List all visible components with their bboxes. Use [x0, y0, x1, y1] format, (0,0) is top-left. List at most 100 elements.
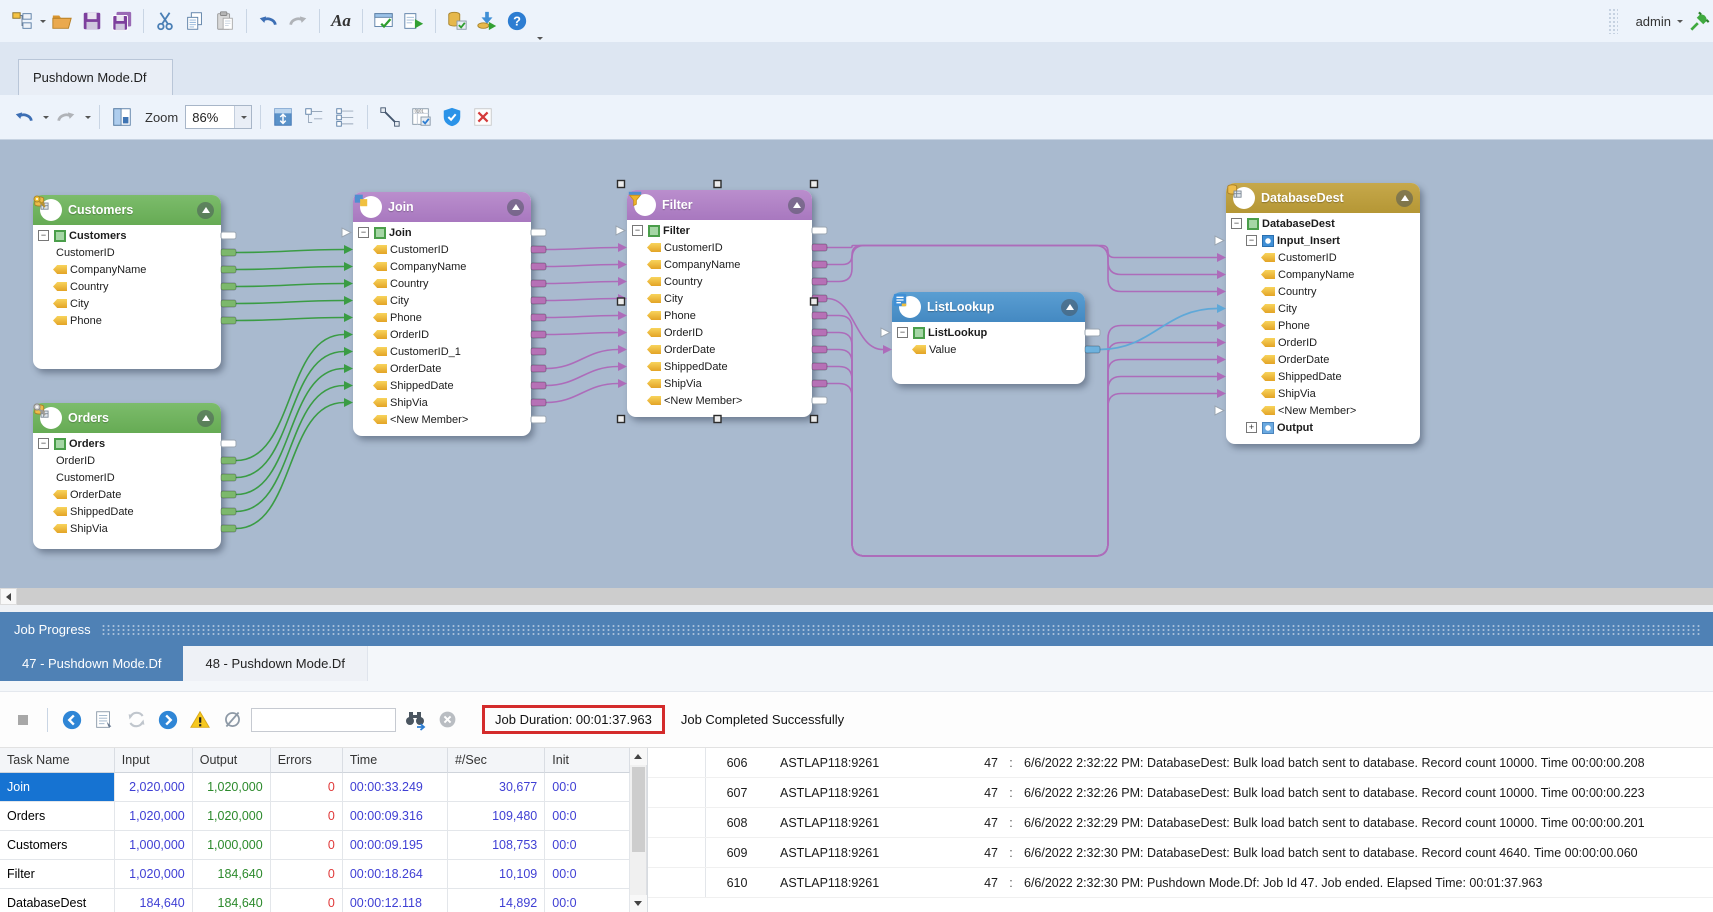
node-row[interactable]: OrderDate [353, 360, 531, 377]
dataflow-canvas[interactable]: Customers −CustomersCustomerIDCompanyNam… [0, 140, 1713, 588]
node-filter[interactable]: Filter −FilterCustomerIDCompanyNameCount… [627, 190, 812, 417]
clear-button[interactable] [434, 707, 460, 733]
connection-wire[interactable] [236, 250, 344, 253]
admin-menu-label[interactable]: admin [1636, 14, 1671, 29]
task-cell-output[interactable]: 1,020,000 [193, 802, 271, 831]
task-cell-time[interactable]: 00:00:18.264 [343, 860, 448, 889]
node-row[interactable]: ShipVia [33, 520, 221, 537]
connection-wire[interactable] [546, 316, 618, 318]
zoom-combo[interactable]: 86% [185, 105, 252, 129]
node-row[interactable]: −Customers [33, 227, 221, 244]
link-style-button[interactable] [376, 103, 404, 131]
task-cell-output[interactable]: 184,640 [193, 889, 271, 912]
find-button[interactable] [402, 707, 428, 733]
expander-minus-icon[interactable]: − [1246, 235, 1257, 246]
task-cell-task[interactable]: DatabaseDest [0, 889, 115, 912]
node-customers[interactable]: Customers −CustomersCustomerIDCompanyNam… [33, 195, 221, 369]
job-tab-48[interactable]: 48 - Pushdown Mode.Df [183, 646, 367, 681]
toolbar-customize-caret[interactable] [537, 37, 543, 40]
copy-button[interactable] [181, 7, 209, 35]
task-cell-input[interactable]: 1,000,000 [115, 831, 193, 860]
job-tab-47[interactable]: 47 - Pushdown Mode.Df [0, 646, 183, 681]
task-cell-errors[interactable]: 0 [271, 889, 343, 912]
layout-view-button[interactable] [108, 103, 136, 131]
connection-wire[interactable] [236, 352, 344, 478]
node-row[interactable]: ShippedDate [33, 503, 221, 520]
designer-redo-button[interactable] [52, 103, 80, 131]
node-row[interactable]: CustomerID [353, 241, 531, 258]
connection-wire[interactable] [827, 384, 1217, 557]
fit-height-button[interactable] [269, 103, 297, 131]
connection-wire[interactable] [236, 301, 344, 304]
task-cell-output[interactable]: 1,020,000 [193, 773, 271, 802]
collapse-node-button[interactable] [197, 202, 214, 219]
scroll-left-button[interactable] [0, 588, 17, 605]
connection-wire[interactable] [827, 246, 1217, 258]
task-cell-task[interactable]: Filter [0, 860, 115, 889]
zoom-value[interactable]: 86% [186, 110, 234, 125]
node-row[interactable]: CompanyName [627, 256, 812, 273]
node-row[interactable]: City [627, 290, 812, 307]
node-row[interactable]: Phone [353, 309, 531, 326]
task-cell-input[interactable]: 2,020,000 [115, 773, 193, 802]
connection-wire[interactable] [546, 384, 618, 403]
log-row-609[interactable]: 609ASTLAP118:926147:6/6/2022 2:32:30 PM:… [648, 838, 1713, 868]
expander-minus-icon[interactable]: − [1231, 218, 1242, 229]
task-cell-errors[interactable]: 0 [271, 831, 343, 860]
node-row[interactable]: Country [33, 278, 221, 295]
node-row[interactable]: Value [892, 341, 1085, 358]
node-row[interactable]: City [1226, 300, 1420, 317]
connection-wire[interactable] [546, 350, 618, 369]
task-cell-init[interactable]: 00:0 [545, 860, 630, 889]
save-all-button[interactable] [108, 7, 136, 35]
new-dataflow-button[interactable] [8, 7, 36, 35]
next-job-button[interactable] [155, 707, 181, 733]
node-row[interactable]: +Output [1226, 419, 1420, 436]
horizontal-layout-button[interactable] [300, 103, 328, 131]
connection-wire[interactable] [546, 248, 618, 250]
task-cell-output[interactable]: 184,640 [193, 860, 271, 889]
task-cell-task[interactable]: Orders [0, 802, 115, 831]
expander-minus-icon[interactable]: − [38, 438, 49, 449]
node-row[interactable]: ShippedDate [353, 377, 531, 394]
task-cell-per_sec[interactable]: 30,677 [448, 773, 545, 802]
node-row[interactable]: OrderID [353, 326, 531, 343]
scrollbar-thumb[interactable] [17, 588, 1713, 605]
node-row[interactable]: CustomerID_1 [353, 343, 531, 360]
task-cell-errors[interactable]: 0 [271, 802, 343, 831]
canvas-horizontal-scrollbar[interactable] [0, 588, 1713, 605]
log-filter-input[interactable] [251, 708, 396, 732]
node-row[interactable]: Phone [627, 307, 812, 324]
connection-wire[interactable] [546, 333, 618, 335]
delete-button[interactable] [469, 103, 497, 131]
preview-data-button[interactable]: 0101 [407, 103, 435, 131]
redo-button[interactable] [284, 7, 312, 35]
vertical-layout-button[interactable] [331, 103, 359, 131]
connection-wire[interactable] [546, 265, 618, 267]
task-cell-init[interactable]: 00:0 [545, 831, 630, 860]
log-row-606[interactable]: 606ASTLAP118:926147:6/6/2022 2:32:22 PM:… [648, 748, 1713, 778]
node-header-orders[interactable]: Orders [33, 403, 221, 433]
connection-wire[interactable] [546, 282, 618, 284]
node-header-filter[interactable]: Filter [627, 190, 812, 220]
node-row[interactable]: OrderID [627, 324, 812, 341]
node-databasedest[interactable]: DatabaseDest −DatabaseDest−Input_InsertC… [1226, 183, 1420, 444]
show-warnings-button[interactable] [187, 707, 213, 733]
expander-minus-icon[interactable]: − [632, 225, 643, 236]
node-header-databasedest[interactable]: DatabaseDest [1226, 183, 1420, 213]
task-cell-errors[interactable]: 0 [271, 860, 343, 889]
collapse-node-button[interactable] [197, 410, 214, 427]
task-cell-errors[interactable]: 0 [271, 773, 343, 802]
node-join[interactable]: Join −JoinCustomerIDCompanyNameCountryCi… [353, 192, 531, 436]
node-row[interactable]: OrderDate [33, 486, 221, 503]
collapse-node-button[interactable] [1061, 299, 1078, 316]
run-import-button[interactable] [473, 7, 501, 35]
task-row-orders[interactable]: Orders1,020,0001,020,000000:00:09.316109… [0, 802, 630, 831]
node-row[interactable]: <New Member> [627, 392, 812, 409]
redo-history-caret[interactable] [85, 116, 91, 119]
node-row[interactable]: OrderDate [627, 341, 812, 358]
task-row-databasedest[interactable]: DatabaseDest184,640184,640000:00:12.1181… [0, 889, 630, 912]
task-cell-init[interactable]: 00:0 [545, 889, 630, 912]
task-cell-per_sec[interactable]: 10,109 [448, 860, 545, 889]
task-cell-per_sec[interactable]: 108,753 [448, 831, 545, 860]
